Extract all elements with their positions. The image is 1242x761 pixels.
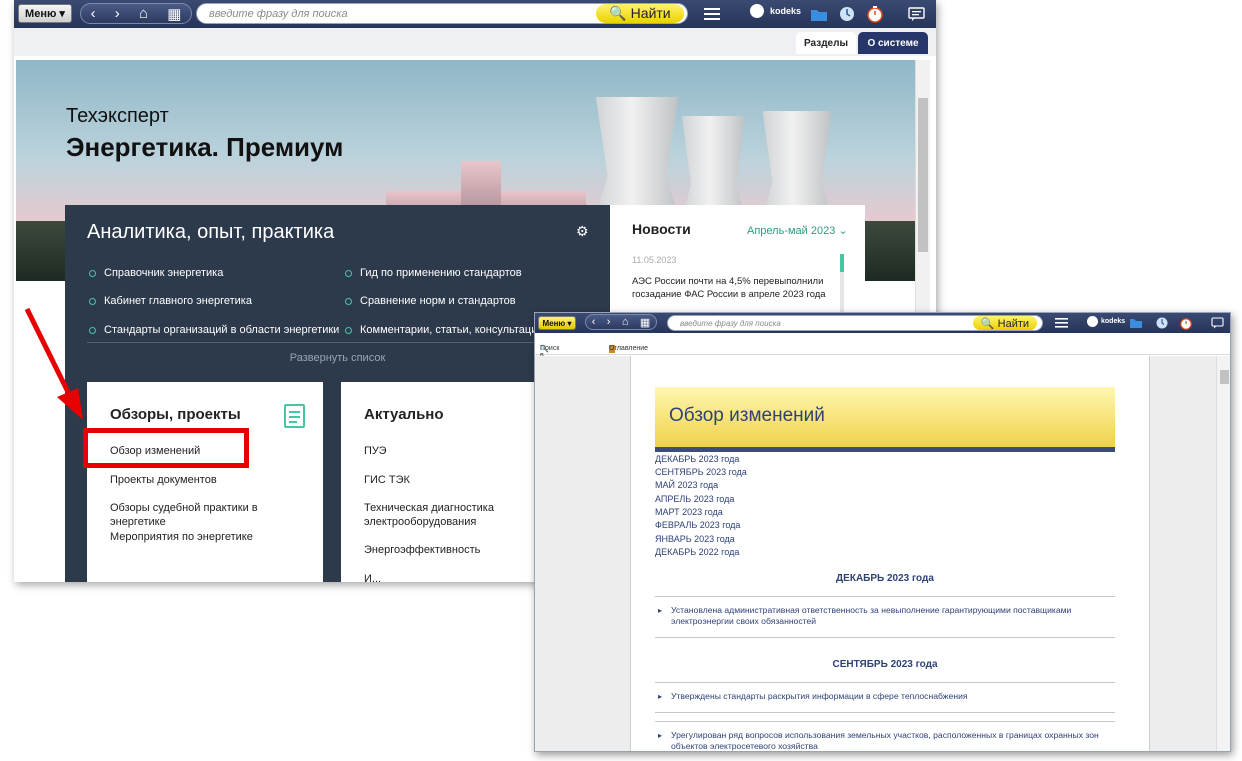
month-link[interactable]: МАЙ 2023 года [655, 480, 718, 490]
change-item-link[interactable]: Утверждены стандарты раскрытия информаци… [658, 691, 1111, 702]
news-scrollbar[interactable] [840, 254, 844, 314]
hamburger-icon[interactable] [702, 5, 722, 23]
timer-icon[interactable] [866, 5, 884, 23]
banner-underline [655, 447, 1115, 452]
avatar [1087, 316, 1098, 327]
doc-subtoolbar: 🔍 Поиск в тексте Оглавление [535, 333, 1230, 366]
month-link[interactable]: ДЕКАБРЬ 2023 года [655, 454, 739, 464]
review-link[interactable]: Обзоры судебной практики в энергетике [110, 501, 315, 529]
feedback-icon[interactable] [1209, 316, 1225, 330]
tab-sections[interactable]: Разделы [796, 32, 856, 54]
document-window: Меню ▾ ‹ › ⌂ ▦ введите фразу для поиска … [534, 312, 1231, 752]
doc-scrollbar[interactable] [1216, 356, 1230, 751]
history-icon[interactable] [838, 5, 856, 23]
section-title: СЕНТЯБРЬ 2023 года [832, 659, 938, 670]
divider [87, 342, 587, 343]
tab-about-system[interactable]: О системе [858, 32, 928, 54]
month-link[interactable]: ФЕВРАЛЬ 2023 года [655, 520, 740, 530]
folder-icon[interactable] [1129, 317, 1143, 329]
month-link[interactable]: ДЕКАБРЬ 2022 года [655, 547, 739, 557]
red-arrow-icon [24, 307, 83, 420]
document-area: Обзор изменений ДЕКАБРЬ 2023 года СЕНТЯБ… [535, 356, 1230, 751]
news-panel: Новости Апрель-май 2023 ⌄ 11.05.2023 АЭС… [610, 205, 865, 315]
current-card-title: Актуально [364, 406, 444, 423]
home-icon[interactable]: ⌂ [622, 316, 629, 328]
change-item-link[interactable]: Установлена административная ответственн… [658, 605, 1111, 627]
month-link[interactable]: СЕНТЯБРЬ 2023 года [655, 467, 747, 477]
reviews-card-title: Обзоры, проекты [110, 406, 241, 423]
back-icon[interactable]: ‹ [592, 316, 596, 328]
chevron-down-icon: ⌄ [838, 225, 848, 237]
user-account[interactable]: kodeks [1087, 316, 1125, 327]
current-card: Актуально ПУЭ ГИС ТЭК Техническая диагно… [341, 382, 541, 582]
settings-gear-icon[interactable]: ⚙ [576, 223, 589, 240]
scrollbar-thumb[interactable] [918, 98, 928, 252]
bullet-icon [345, 269, 352, 277]
month-link[interactable]: АПРЕЛЬ 2023 года [655, 494, 734, 504]
bullet-icon [345, 326, 352, 334]
divider [655, 682, 1115, 683]
nav-group: ‹ › ⌂ ▦ [585, 314, 657, 330]
hamburger-icon[interactable] [1053, 316, 1069, 330]
user-name: kodeks [1101, 318, 1126, 325]
news-item[interactable]: АЭС России почти на 4,5% перевыполнили г… [632, 275, 827, 301]
month-link[interactable]: МАРТ 2023 года [655, 507, 723, 517]
analytics-link[interactable]: Гид по применению стандартов [345, 267, 522, 279]
document-icon [284, 404, 305, 428]
find-button[interactable]: 🔍 Найти [973, 316, 1037, 330]
menu-button[interactable]: Меню ▾ [538, 316, 576, 330]
history-icon[interactable] [1155, 316, 1169, 330]
scrollbar-thumb[interactable] [1220, 370, 1229, 384]
grid-icon[interactable]: ▦ [167, 5, 181, 23]
divider [655, 712, 1115, 713]
feedback-icon[interactable] [906, 5, 926, 23]
document-banner: Обзор изменений [655, 387, 1115, 447]
scrollbar-thumb[interactable] [840, 254, 844, 272]
reviews-card: Обзоры, проекты Обзор изменений Проекты … [87, 382, 323, 582]
divider [655, 596, 1115, 597]
bullet-icon [345, 297, 352, 305]
doc-toolbar: Меню ▾ ‹ › ⌂ ▦ введите фразу для поиска … [535, 313, 1230, 333]
tab-bar: Разделы О системе [14, 28, 936, 56]
divider [655, 637, 1115, 638]
highlight-box [83, 428, 249, 468]
analytics-title: Аналитика, опыт, практика [87, 221, 335, 243]
find-button[interactable]: 🔍 Найти [596, 4, 684, 23]
timer-icon[interactable] [1179, 316, 1193, 330]
document-title: Обзор изменений [669, 405, 825, 426]
avatar [750, 4, 764, 18]
user-name: kodeks [770, 6, 802, 16]
news-date: 11.05.2023 [632, 255, 677, 265]
folder-icon[interactable] [810, 6, 828, 22]
divider [655, 721, 1115, 722]
section-title: ДЕКАБРЬ 2023 года [836, 573, 934, 584]
change-item-link[interactable]: Урегулирован ряд вопросов использования … [658, 730, 1111, 751]
month-link[interactable]: ЯНВАРЬ 2023 года [655, 534, 735, 544]
expand-list-link[interactable]: Развернуть список [65, 352, 610, 364]
home-icon[interactable]: ⌂ [139, 5, 148, 22]
news-period-select[interactable]: Апрель-май 2023 ⌄ [747, 224, 848, 237]
forward-icon[interactable]: › [607, 316, 611, 328]
analytics-link[interactable]: Комментарии, статьи, консультации [345, 324, 544, 336]
document-page: Обзор изменений ДЕКАБРЬ 2023 года СЕНТЯБ… [630, 356, 1150, 751]
current-link[interactable]: Техническая диагностика электрооборудова… [364, 501, 514, 529]
review-link[interactable]: Проекты документов [110, 473, 315, 487]
main-toolbar: Меню ▾ ‹ › ⌂ ▦ введите фразу для поиска … [14, 0, 936, 28]
analytics-link[interactable]: Стандарты организаций в области энергети… [89, 324, 339, 336]
analytics-panel: Аналитика, опыт, практика ⚙ Справочник э… [65, 205, 610, 582]
review-link[interactable]: Мероприятия по энергетике [110, 530, 315, 544]
user-account[interactable]: kodeks [750, 4, 801, 18]
analytics-link[interactable]: Сравнение норм и стандартов [345, 295, 516, 307]
news-title: Новости [632, 221, 691, 237]
grid-icon[interactable]: ▦ [640, 316, 650, 329]
